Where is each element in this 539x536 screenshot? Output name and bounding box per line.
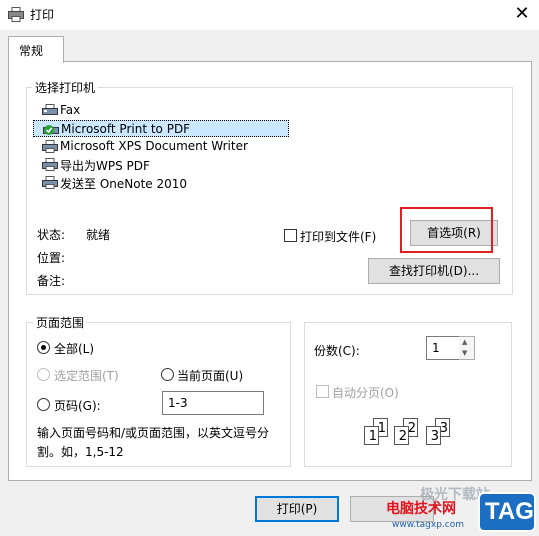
range-selection-label: 选定范围(T)	[54, 369, 119, 383]
printer-item-onenote[interactable]: 发送至 OneNote 2010	[33, 174, 289, 191]
printer-icon	[42, 158, 58, 171]
default-printer-icon	[43, 123, 59, 136]
copies-label: 份数(C):	[314, 344, 360, 358]
print-button[interactable]: 打印(P)	[255, 496, 339, 522]
spin-down-icon[interactable]: ▼	[462, 349, 467, 357]
copies-input[interactable]: 1	[426, 336, 460, 360]
status-label: 状态:	[37, 228, 66, 242]
printer-name: 导出为WPS PDF	[60, 159, 150, 173]
collate-page: 3	[426, 426, 441, 445]
find-printer-button[interactable]: 查找打印机(D)...	[368, 258, 500, 284]
tab-general[interactable]: 常规	[8, 36, 64, 63]
printer-name: Microsoft Print to PDF	[61, 122, 191, 136]
comment-label: 备注:	[37, 274, 66, 288]
printer-icon	[42, 140, 58, 153]
watermark-url: www.tagxp.com	[392, 520, 464, 530]
print-to-file-label[interactable]: 打印到文件(F)	[300, 228, 376, 245]
status-value: 就绪	[86, 228, 111, 242]
printer-name: Fax	[60, 103, 81, 117]
page-range-help-line-2: 割。如，1,5-12	[37, 445, 124, 459]
range-selection-radio	[37, 368, 50, 381]
watermark: 极光下载站 电脑技术网 www.tagxp.com TAG	[386, 482, 539, 536]
range-pages-label[interactable]: 页码(G):	[54, 397, 101, 414]
collate-page: 2	[394, 426, 409, 445]
printer-item-xps-writer[interactable]: Microsoft XPS Document Writer	[33, 138, 289, 155]
fax-printer-icon	[42, 104, 58, 117]
collate-illustration: 1 1 2 2 3 3	[364, 418, 460, 448]
range-pages-radio[interactable]	[37, 398, 50, 411]
window-title: 打印	[30, 8, 55, 22]
collate-label: 自动分页(O)	[332, 386, 399, 400]
page-range-label: 页面范围	[33, 314, 88, 331]
select-printer-label: 选择打印机	[32, 79, 99, 96]
copies-spinner[interactable]: ▲ ▼	[459, 336, 475, 360]
range-all-radio[interactable]	[37, 341, 50, 354]
close-icon[interactable]: ✕	[508, 2, 536, 26]
printer-name: 发送至 OneNote 2010	[60, 177, 188, 191]
page-range-help-line-1: 输入页面号码和/或页面范围，以英文逗号分	[37, 426, 270, 440]
range-all-label[interactable]: 全部(L)	[54, 340, 94, 357]
pages-input[interactable]: 1-3	[162, 391, 264, 415]
printer-list[interactable]: Fax Microsoft Print to PDF Microsoft XPS…	[33, 100, 289, 210]
printer-name: Microsoft XPS Document Writer	[60, 139, 248, 153]
watermark-brand: 电脑技术网	[386, 501, 456, 517]
tag-logo: TAG	[478, 492, 536, 532]
collate-page: 1	[364, 426, 379, 445]
highlight-box	[400, 207, 493, 253]
range-current-page-radio[interactable]	[161, 368, 174, 381]
printer-item-microsoft-print-to-pdf[interactable]: Microsoft Print to PDF	[33, 120, 289, 137]
printer-item-fax[interactable]: Fax	[33, 102, 289, 119]
print-to-file-checkbox[interactable]	[284, 229, 297, 242]
range-current-page-label[interactable]: 当前页面(U)	[177, 367, 243, 384]
spin-up-icon[interactable]: ▲	[462, 338, 467, 346]
printer-icon	[42, 176, 58, 189]
printer-item-wps-pdf[interactable]: 导出为WPS PDF	[33, 156, 289, 173]
collate-checkbox	[316, 385, 329, 398]
location-label: 位置:	[37, 251, 66, 265]
printer-icon	[8, 7, 24, 22]
title-bar	[0, 0, 539, 30]
